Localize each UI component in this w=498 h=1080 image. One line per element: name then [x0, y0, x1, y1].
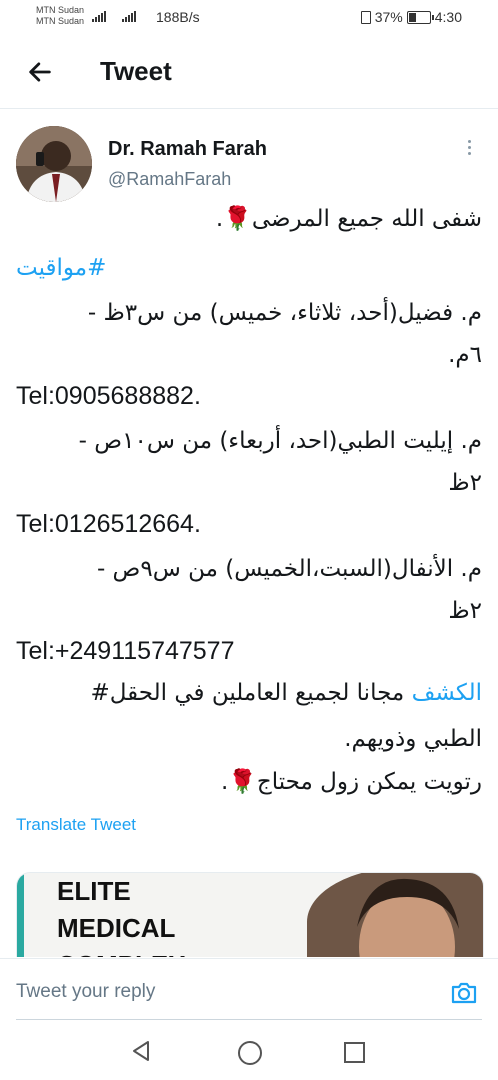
- phone-number: Tel:0126512664.: [16, 510, 201, 538]
- arrow-left-icon[interactable]: [26, 58, 54, 86]
- more-options-icon[interactable]: [464, 140, 474, 162]
- status-right: 37% 4:30: [360, 9, 462, 25]
- avatar[interactable]: [16, 126, 92, 202]
- card-title: ELITE MEDICAL COMPLEX: [57, 873, 186, 957]
- reply-input[interactable]: Tweet your reply: [16, 981, 155, 1003]
- status-bar: MTN Sudan MTN Sudan 188B/s 37% 4:30: [0, 0, 498, 36]
- signal-icon-2: [122, 10, 136, 22]
- tweet-text: رتويت يمكن زول محتاج: [256, 769, 482, 795]
- tweet-line: الكشف مجانا لجميع العاملين في الحقل#: [90, 680, 482, 706]
- network-speed: 188B/s: [156, 9, 200, 25]
- battery-icon: [406, 10, 434, 24]
- media-image[interactable]: ELITE MEDICAL COMPLEX: [16, 872, 484, 957]
- page-title: Tweet: [100, 56, 172, 86]
- card-line: ELITE: [57, 876, 131, 906]
- nav-back-icon[interactable]: [130, 1040, 152, 1062]
- card-line: MEDICAL: [57, 913, 176, 943]
- card-accent-bar: [17, 873, 24, 957]
- phone-number: Tel:0905688882.: [16, 382, 201, 410]
- vibrate-icon: [360, 10, 371, 24]
- tweet-line: م. الأنفال(السبت،الخميس) من س٩ص -: [96, 556, 482, 582]
- system-nav-bar: [0, 1022, 498, 1080]
- battery-percent: 37%: [374, 9, 403, 25]
- tweet-text: .: [215, 206, 224, 232]
- tweet-line: ٦م.: [448, 342, 482, 368]
- card-line: COMPLEX: [57, 947, 186, 957]
- tweet-line: الطبي وذويهم.: [344, 726, 482, 752]
- clock: 4:30: [434, 9, 462, 25]
- hashtag-link[interactable]: الكشف: [412, 680, 482, 706]
- tweet-text: مجانا لجميع العاملين في الحقل#: [90, 680, 412, 706]
- card-photo: [307, 873, 483, 957]
- tweet-text: شفى الله جميع المرضى: [251, 206, 482, 232]
- reply-underline: [16, 1019, 482, 1020]
- carrier-1: MTN Sudan: [36, 5, 85, 15]
- tweet-line: رتويت يمكن زول محتاج🌹.: [221, 768, 482, 795]
- tweet-line: شفى الله جميع المرضى🌹.: [216, 205, 482, 232]
- tweet-line: ٢ظ: [448, 598, 482, 624]
- tweet-line: ٢ظ: [448, 470, 482, 496]
- tweet-line: م. إيليت الطبي(احد، أربعاء) من س١٠ص -: [78, 428, 482, 454]
- avatar-photo: [16, 126, 92, 202]
- author-name[interactable]: Dr. Ramah Farah: [108, 138, 267, 161]
- signal-icon: [92, 10, 106, 22]
- translate-tweet-link[interactable]: Translate Tweet: [16, 815, 136, 835]
- nav-recents-icon[interactable]: [344, 1042, 365, 1063]
- author-handle[interactable]: @RamahFarah: [108, 169, 231, 190]
- rose-icon: 🌹: [228, 769, 257, 795]
- hashtag-link[interactable]: #مواقيت: [16, 255, 106, 281]
- app-header: Tweet: [0, 36, 498, 109]
- tweet-text: .: [220, 769, 229, 795]
- phone-number: Tel:+249115747577: [16, 637, 235, 665]
- tweet-line: م. فضيل(أحد، ثلاثاء، خميس) من س٣ظ -: [87, 300, 482, 326]
- camera-icon[interactable]: [450, 979, 478, 1005]
- carrier-2: MTN Sudan: [36, 16, 85, 26]
- reply-bar: Tweet your reply: [0, 958, 498, 1021]
- rose-icon: 🌹: [223, 206, 252, 232]
- nav-home-icon[interactable]: [238, 1041, 262, 1065]
- carrier-labels: MTN Sudan MTN Sudan: [36, 5, 84, 27]
